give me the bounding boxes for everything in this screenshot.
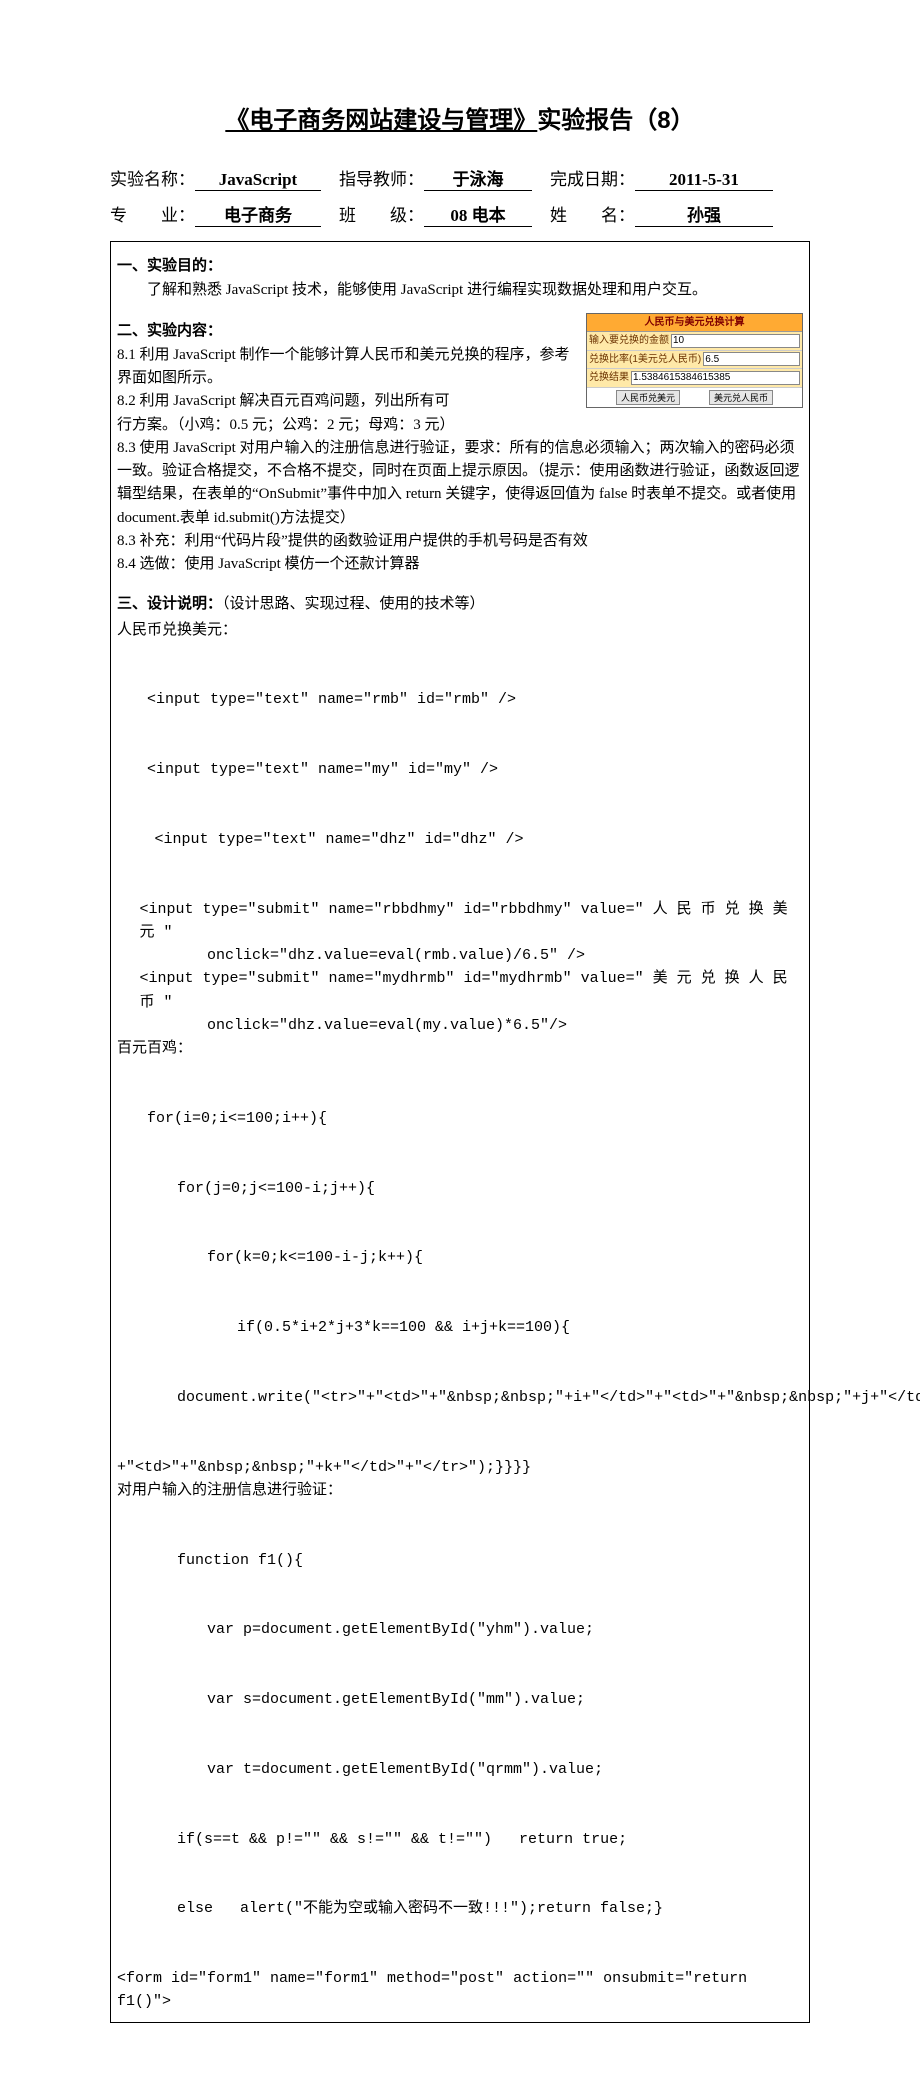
- widget-rate-input[interactable]: [703, 352, 800, 366]
- c2-l5: document.write("<tr>"+"<td>"+"&nbsp;&nbs…: [117, 1386, 803, 1409]
- meta-label-expname: 实验名称：: [110, 165, 195, 190]
- c1-l5a: <input type="submit" name="mydhrmb" id="…: [140, 967, 804, 1014]
- c3-l2: var p=document.getElementById("yhm").val…: [117, 1618, 803, 1641]
- widget-result-input[interactable]: [631, 371, 800, 385]
- c1-l2: <input type="text" name="my" id="my" />: [117, 758, 803, 781]
- section-1-title: 一、实验目的：: [117, 254, 803, 277]
- meta-label-major: 专 业：: [110, 201, 195, 226]
- report-content: 一、实验目的： 了解和熟悉 JavaScript 技术，能够使用 JavaScr…: [110, 241, 810, 2023]
- page-title: 《电子商务网站建设与管理》实验报告（8）: [110, 100, 810, 135]
- c2-l1: for(i=0;i<=100;i++){: [117, 1107, 803, 1130]
- widget-row1-label: 输入要兑换的金额: [589, 333, 669, 349]
- widget-btn-usd-to-rmb[interactable]: 美元兑人民币: [709, 390, 773, 405]
- section-3-title: 三、设计说明：（设计思路、实现过程、使用的技术等）: [117, 592, 803, 616]
- meta-label-teacher: 指导教师：: [339, 165, 424, 190]
- sec2-p83: 8.3 使用 JavaScript 对用户输入的注册信息进行验证，要求：所有的信…: [117, 437, 803, 530]
- sec2-p84: 8.4 选做：使用 JavaScript 模仿一个还款计算器: [117, 553, 803, 576]
- code-block-2: for(i=0;i<=100;i++){ for(j=0;j<=100-i;j+…: [117, 1060, 803, 1455]
- sec3-subtitle: （设计思路、实现过程、使用的技术等）: [222, 596, 485, 612]
- meta-label-class: 班 级：: [339, 201, 424, 226]
- c1-l1: <input type="text" name="rmb" id="rmb" /…: [117, 688, 803, 711]
- c3-l5: if(s==t && p!="" && s!="" && t!="") retu…: [117, 1828, 803, 1851]
- c2-l4: if(0.5*i+2*j+3*k==100 && i+j+k==100){: [117, 1316, 803, 1339]
- sec3-title-main: 三、设计说明：: [117, 595, 222, 612]
- c1-l5b: onclick="dhz.value=eval(my.value)*6.5"/>: [117, 1014, 803, 1037]
- section-1-body: 了解和熟悉 JavaScript 技术，能够使用 JavaScript 进行编程…: [117, 279, 803, 302]
- meta-value-date: 2011-5-31: [635, 170, 773, 191]
- meta-value-major: 电子商务: [195, 201, 321, 227]
- c1-l5a-row: <input type="submit" name="mydhrmb" id="…: [117, 967, 803, 1014]
- meta-label-name: 姓 名：: [550, 201, 635, 226]
- widget-amount-input[interactable]: [671, 334, 800, 348]
- c3-l4: var t=document.getElementById("qrmm").va…: [117, 1758, 803, 1781]
- c3-l1: function f1(){: [117, 1549, 803, 1572]
- meta-value-class: 08 电本: [424, 201, 532, 227]
- c3-l3: var s=document.getElementById("mm").valu…: [117, 1688, 803, 1711]
- currency-widget: 人民币与美元兑换计算 输入要兑换的金额 兑换比率(1美元兑人民币) 兑换结果 人…: [586, 313, 803, 408]
- title-underlined: 《电子商务网站建设与管理》: [225, 107, 537, 134]
- meta-label-date: 完成日期：: [550, 165, 635, 190]
- meta-line-1: 实验名称： JavaScript 指导教师： 于泳海 完成日期： 2011-5-…: [110, 165, 810, 191]
- c2-l6: +"<td>"+"&nbsp;&nbsp;"+k+"</td>"+"</tr>"…: [117, 1456, 803, 1479]
- c2-l3: for(k=0;k<=100-i-j;k++){: [117, 1246, 803, 1269]
- title-rest: 实验报告（8）: [537, 107, 694, 134]
- c2-l2: for(j=0;j<=100-i;j++){: [117, 1177, 803, 1200]
- meta-line-2: 专 业： 电子商务 班 级： 08 电本 姓 名： 孙强: [110, 201, 810, 227]
- meta-value-name: 孙强: [635, 201, 773, 227]
- c1-l4a-row: <input type="submit" name="rbbdhmy" id="…: [117, 898, 803, 945]
- c3-l6: else alert("不能为空或输入密码不一致!!!");return fal…: [117, 1897, 803, 1920]
- sec3-h2: 百元百鸡：: [117, 1037, 803, 1060]
- meta-value-teacher: 于泳海: [424, 165, 532, 191]
- c3-l7: <form id="form1" name="form1" method="po…: [117, 1967, 803, 2014]
- widget-header: 人民币与美元兑换计算: [587, 314, 802, 333]
- code-block-1: <input type="text" name="rmb" id="rmb" /…: [117, 642, 803, 898]
- meta-value-expname: JavaScript: [195, 170, 321, 191]
- c1-l4a: <input type="submit" name="rbbdhmy" id="…: [140, 898, 804, 945]
- sec3-h1: 人民币兑换美元：: [117, 619, 803, 642]
- code-block-3: function f1(){ var p=document.getElement…: [117, 1502, 803, 1967]
- sec2-p83b: 8.3 补充：利用“代码片段”提供的函数验证用户提供的手机号码是否有效: [117, 530, 803, 553]
- sec2-p82b: 行方案。（小鸡：0.5 元；公鸡：2 元；母鸡：3 元）: [117, 414, 803, 437]
- widget-row2-label: 兑换比率(1美元兑人民币): [589, 352, 701, 368]
- sec3-h3: 对用户输入的注册信息进行验证：: [117, 1479, 803, 1502]
- c1-l3: <input type="text" name="dhz" id="dhz" /…: [117, 828, 803, 851]
- c1-l4b: onclick="dhz.value=eval(rmb.value)/6.5" …: [117, 944, 803, 967]
- widget-btn-rmb-to-usd[interactable]: 人民币兑美元: [616, 390, 680, 405]
- widget-row3-label: 兑换结果: [589, 370, 629, 386]
